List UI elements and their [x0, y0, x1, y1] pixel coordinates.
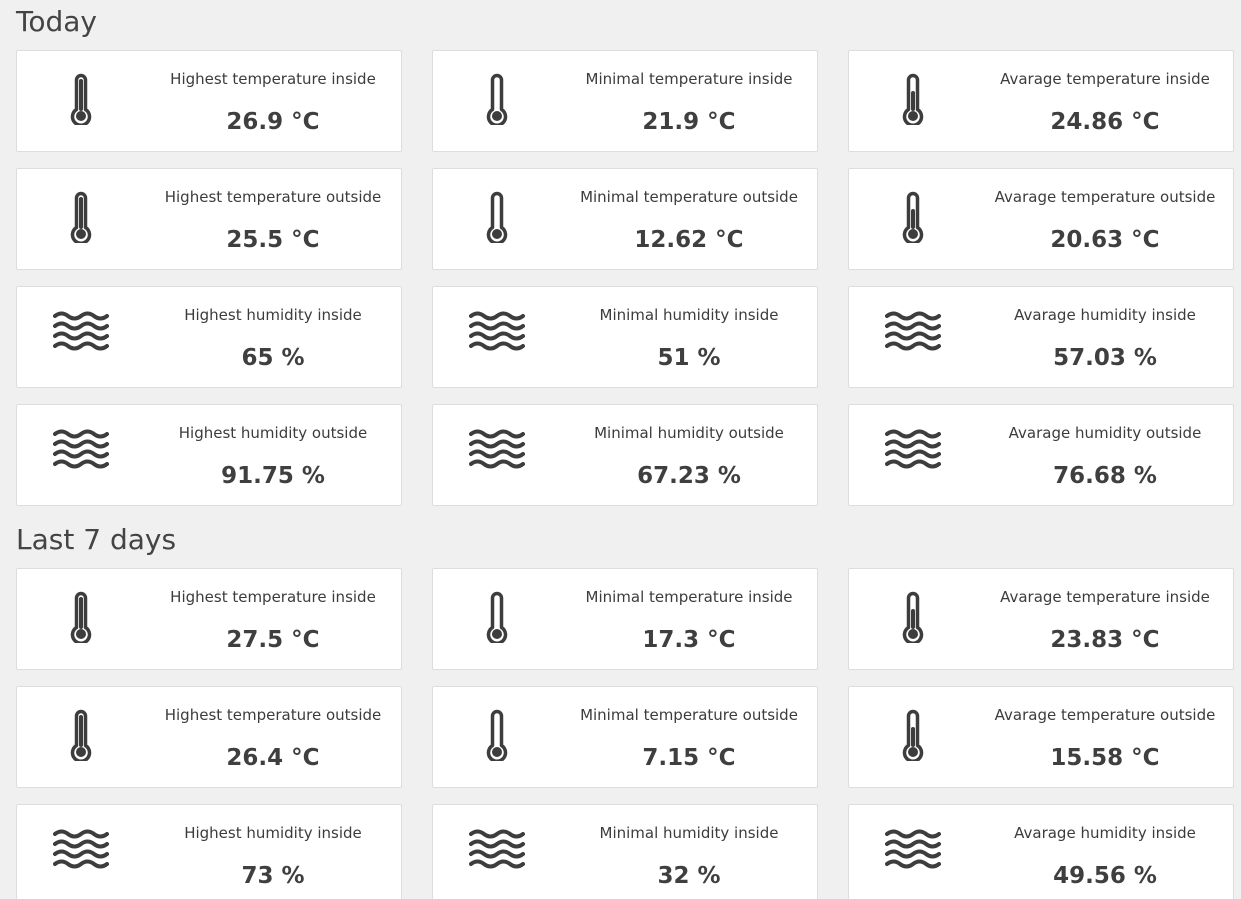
- stat-label: Avarage humidity outside: [1008, 424, 1202, 442]
- stat-value: 49.56 %: [1053, 863, 1157, 889]
- stat-value: 7.15 °C: [642, 745, 736, 771]
- stat-card: Avarage temperature outside 20.63 °C: [848, 168, 1234, 270]
- stat-value: 17.3 °C: [642, 627, 736, 653]
- stat-value: 15.58 °C: [1050, 745, 1160, 771]
- stat-value: 26.9 °C: [226, 109, 320, 135]
- stat-label: Avarage humidity inside: [1014, 306, 1196, 324]
- stat-card: Minimal humidity outside 67.23 %: [432, 404, 818, 506]
- thermometer-low-icon: [469, 587, 525, 643]
- stat-label: Minimal temperature inside: [585, 588, 793, 606]
- section-title-today: Today: [16, 5, 97, 38]
- thermometer-high-icon: [53, 187, 109, 243]
- thermometer-high-icon: [53, 69, 109, 125]
- stat-value: 67.23 %: [637, 463, 741, 489]
- stat-card: Avarage humidity inside 57.03 %: [848, 286, 1234, 388]
- stat-value: 76.68 %: [1053, 463, 1157, 489]
- humidity-waves-icon: [53, 305, 109, 361]
- stat-value: 12.62 °C: [634, 227, 744, 253]
- stat-card: Avarage humidity outside 76.68 %: [848, 404, 1234, 506]
- stat-value: 27.5 °C: [226, 627, 320, 653]
- stats-grid-last-7-days: Highest temperature inside 27.5 °C Minimal…: [16, 568, 1234, 899]
- stat-label: Minimal humidity inside: [599, 824, 779, 842]
- stat-card: Avarage temperature inside 23.83 °C: [848, 568, 1234, 670]
- stat-value: 51 %: [657, 345, 721, 371]
- stat-label: Highest temperature outside: [164, 188, 382, 206]
- thermometer-high-icon: [53, 705, 109, 761]
- stat-label: Minimal humidity outside: [594, 424, 784, 442]
- stat-value: 91.75 %: [221, 463, 325, 489]
- stat-label: Avarage temperature outside: [994, 706, 1216, 724]
- stat-value: 26.4 °C: [226, 745, 320, 771]
- stat-label: Minimal temperature outside: [580, 188, 798, 206]
- thermometer-low-icon: [469, 705, 525, 761]
- stat-value: 65 %: [241, 345, 305, 371]
- stat-card: Minimal temperature inside 17.3 °C: [432, 568, 818, 670]
- stat-card: Minimal temperature outside 7.15 °C: [432, 686, 818, 788]
- humidity-waves-icon: [885, 305, 941, 361]
- stat-label: Highest humidity inside: [184, 306, 362, 324]
- stat-value: 23.83 °C: [1050, 627, 1160, 653]
- stat-label: Highest temperature inside: [170, 588, 376, 606]
- stat-label: Avarage humidity inside: [1014, 824, 1196, 842]
- thermometer-low-icon: [469, 69, 525, 125]
- thermometer-half-icon: [885, 705, 941, 761]
- stat-label: Highest humidity inside: [184, 824, 362, 842]
- stat-card: Highest humidity inside 65 %: [16, 286, 402, 388]
- stat-label: Highest temperature inside: [170, 70, 376, 88]
- stat-value: 73 %: [241, 863, 305, 889]
- humidity-waves-icon: [885, 823, 941, 879]
- stat-value: 57.03 %: [1053, 345, 1157, 371]
- thermometer-low-icon: [469, 187, 525, 243]
- stat-label: Highest temperature outside: [164, 706, 382, 724]
- stat-value: 21.9 °C: [642, 109, 736, 135]
- stat-label: Minimal humidity inside: [599, 306, 779, 324]
- stat-card: Avarage temperature outside 15.58 °C: [848, 686, 1234, 788]
- stat-card: Highest temperature inside 26.9 °C: [16, 50, 402, 152]
- stat-card: Highest temperature inside 27.5 °C: [16, 568, 402, 670]
- stat-label: Avarage temperature outside: [994, 188, 1216, 206]
- humidity-waves-icon: [53, 823, 109, 879]
- humidity-waves-icon: [469, 823, 525, 879]
- stat-card: Highest temperature outside 26.4 °C: [16, 686, 402, 788]
- stat-card: Minimal humidity inside 32 %: [432, 804, 818, 899]
- stat-card: Minimal temperature outside 12.62 °C: [432, 168, 818, 270]
- thermometer-half-icon: [885, 587, 941, 643]
- thermometer-high-icon: [53, 587, 109, 643]
- weather-stats-page: Today Highest temperature inside 26.9 °C M…: [0, 0, 1241, 899]
- stat-value: 25.5 °C: [226, 227, 320, 253]
- stat-card: Minimal temperature inside 21.9 °C: [432, 50, 818, 152]
- stat-card: Highest temperature outside 25.5 °C: [16, 168, 402, 270]
- stat-card: Avarage temperature inside 24.86 °C: [848, 50, 1234, 152]
- stat-value: 20.63 °C: [1050, 227, 1160, 253]
- thermometer-half-icon: [885, 69, 941, 125]
- section-title-last-7-days: Last 7 days: [16, 523, 177, 556]
- stat-value: 32 %: [657, 863, 721, 889]
- stat-card: Highest humidity inside 73 %: [16, 804, 402, 899]
- stat-card: Highest humidity outside 91.75 %: [16, 404, 402, 506]
- thermometer-half-icon: [885, 187, 941, 243]
- stat-label: Avarage temperature inside: [1000, 70, 1210, 88]
- humidity-waves-icon: [469, 305, 525, 361]
- stat-card: Minimal humidity inside 51 %: [432, 286, 818, 388]
- humidity-waves-icon: [469, 423, 525, 479]
- stat-label: Highest humidity outside: [178, 424, 368, 442]
- stats-grid-today: Highest temperature inside 26.9 °C Minimal…: [16, 50, 1234, 506]
- stat-label: Minimal temperature inside: [585, 70, 793, 88]
- stat-label: Minimal temperature outside: [580, 706, 798, 724]
- stat-label: Avarage temperature inside: [1000, 588, 1210, 606]
- stat-value: 24.86 °C: [1050, 109, 1160, 135]
- stat-card: Avarage humidity inside 49.56 %: [848, 804, 1234, 899]
- humidity-waves-icon: [53, 423, 109, 479]
- humidity-waves-icon: [885, 423, 941, 479]
